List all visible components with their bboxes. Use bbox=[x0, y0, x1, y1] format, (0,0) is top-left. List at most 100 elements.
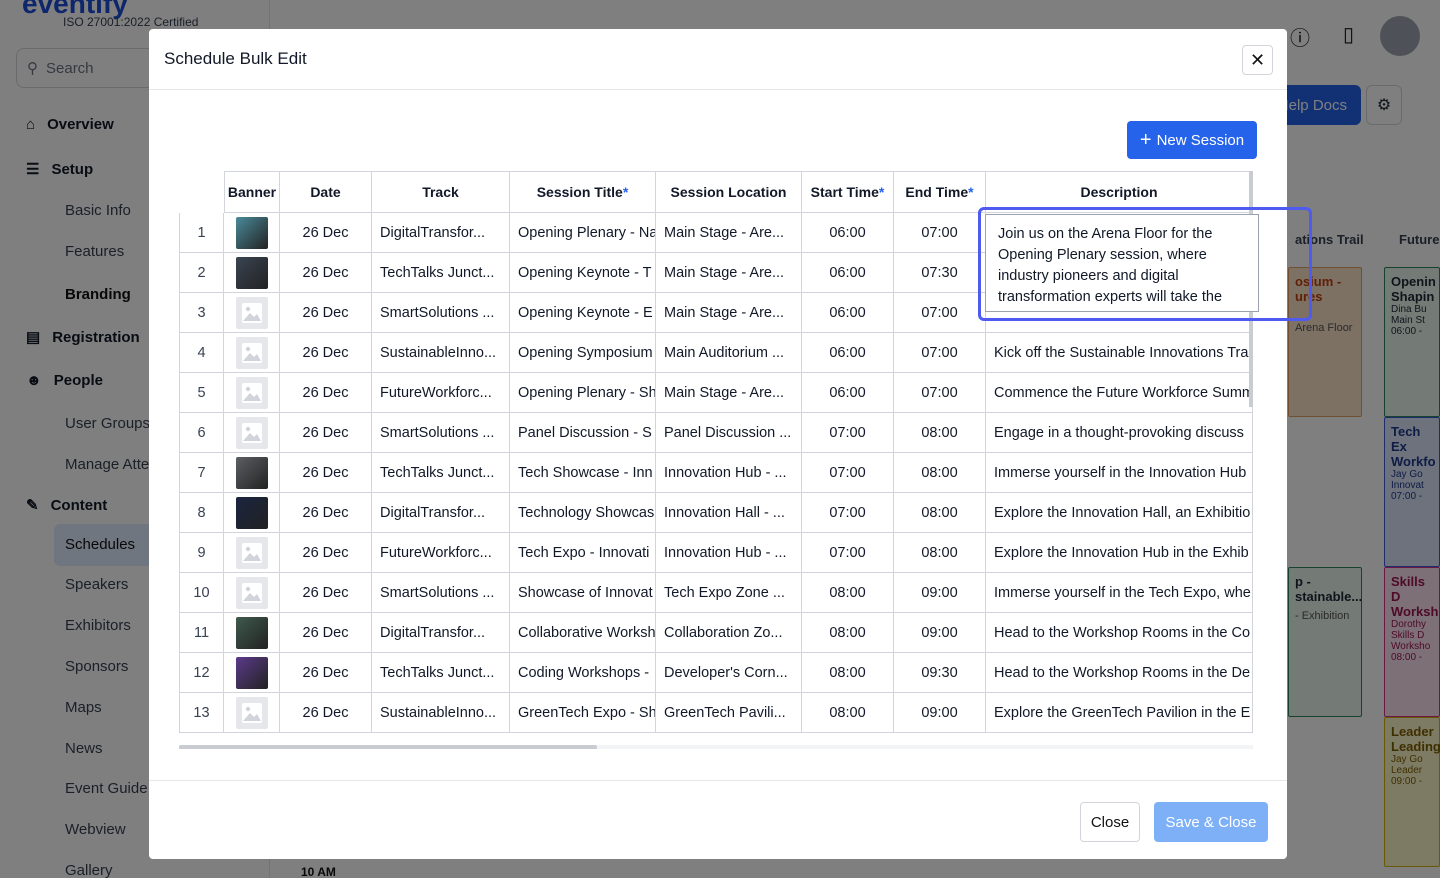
cell-banner[interactable] bbox=[224, 373, 280, 413]
cell-location[interactable]: GreenTech Pavili... bbox=[656, 693, 802, 733]
cell-date[interactable]: 26 Dec bbox=[280, 533, 372, 573]
cell-location[interactable]: Main Auditorium ... bbox=[656, 333, 802, 373]
cell-banner[interactable] bbox=[224, 653, 280, 693]
cell-date[interactable]: 26 Dec bbox=[280, 413, 372, 453]
cell-end[interactable]: 09:30 bbox=[894, 653, 986, 693]
cell-banner[interactable] bbox=[224, 573, 280, 613]
cell-banner[interactable] bbox=[224, 453, 280, 493]
cell-location[interactable]: Main Stage - Are... bbox=[656, 293, 802, 333]
cell-banner[interactable] bbox=[224, 293, 280, 333]
cell-location[interactable]: Innovation Hub - ... bbox=[656, 533, 802, 573]
cell-location[interactable]: Main Stage - Are... bbox=[656, 373, 802, 413]
cell-title[interactable]: Collaborative Worksh bbox=[510, 613, 656, 653]
cell-date[interactable]: 26 Dec bbox=[280, 293, 372, 333]
cell-desc[interactable]: Engage in a thought-provoking discuss bbox=[986, 413, 1253, 453]
cell-desc[interactable]: Immerse yourself in the Innovation Hub bbox=[986, 453, 1253, 493]
modal-close-button[interactable]: ✕ bbox=[1242, 45, 1273, 75]
cell-date[interactable]: 26 Dec bbox=[280, 693, 372, 733]
cell-start[interactable]: 07:00 bbox=[802, 533, 894, 573]
cell-title[interactable]: Panel Discussion - S bbox=[510, 413, 656, 453]
cell-end[interactable]: 07:30 bbox=[894, 253, 986, 293]
cell-banner[interactable] bbox=[224, 693, 280, 733]
cell-location[interactable]: Innovation Hub - ... bbox=[656, 453, 802, 493]
cell-title[interactable]: Opening Plenary - Sh bbox=[510, 373, 656, 413]
cell-location[interactable]: Collaboration Zo... bbox=[656, 613, 802, 653]
cell-banner[interactable] bbox=[224, 253, 280, 293]
cell-title[interactable]: Tech Showcase - Inn bbox=[510, 453, 656, 493]
cell-end[interactable]: 08:00 bbox=[894, 533, 986, 573]
horizontal-scrollbar-thumb[interactable] bbox=[179, 745, 597, 749]
cell-track[interactable]: FutureWorkforc... bbox=[372, 373, 510, 413]
cell-start[interactable]: 06:00 bbox=[802, 373, 894, 413]
cell-end[interactable]: 08:00 bbox=[894, 453, 986, 493]
cell-track[interactable]: DigitalTransfor... bbox=[372, 213, 510, 253]
cell-desc[interactable]: Explore the Innovation Hall, an Exhibiti… bbox=[986, 493, 1253, 533]
cell-banner[interactable] bbox=[224, 413, 280, 453]
cell-banner[interactable] bbox=[224, 493, 280, 533]
cell-location[interactable]: Innovation Hall - ... bbox=[656, 493, 802, 533]
close-button[interactable]: Close bbox=[1080, 802, 1140, 842]
cell-start[interactable]: 08:00 bbox=[802, 693, 894, 733]
cell-banner[interactable] bbox=[224, 213, 280, 253]
cell-banner[interactable] bbox=[224, 333, 280, 373]
cell-date[interactable]: 26 Dec bbox=[280, 213, 372, 253]
cell-start[interactable]: 08:00 bbox=[802, 573, 894, 613]
cell-track[interactable]: SustainableInno... bbox=[372, 333, 510, 373]
cell-title[interactable]: Opening Keynote - T bbox=[510, 253, 656, 293]
cell-title[interactable]: Coding Workshops - bbox=[510, 653, 656, 693]
cell-start[interactable]: 07:00 bbox=[802, 413, 894, 453]
cell-end[interactable]: 07:00 bbox=[894, 293, 986, 333]
cell-banner[interactable] bbox=[224, 613, 280, 653]
cell-banner[interactable] bbox=[224, 533, 280, 573]
cell-track[interactable]: SmartSolutions ... bbox=[372, 573, 510, 613]
cell-end[interactable]: 09:00 bbox=[894, 613, 986, 653]
cell-desc[interactable]: Commence the Future Workforce Summ bbox=[986, 373, 1253, 413]
cell-end[interactable]: 07:00 bbox=[894, 333, 986, 373]
cell-track[interactable]: TechTalks Junct... bbox=[372, 453, 510, 493]
cell-title[interactable]: Technology Showcas bbox=[510, 493, 656, 533]
cell-start[interactable]: 07:00 bbox=[802, 453, 894, 493]
cell-title[interactable]: Opening Symposium bbox=[510, 333, 656, 373]
cell-end[interactable]: 08:00 bbox=[894, 493, 986, 533]
cell-start[interactable]: 07:00 bbox=[802, 493, 894, 533]
cell-location[interactable]: Developer's Corn... bbox=[656, 653, 802, 693]
cell-start[interactable]: 06:00 bbox=[802, 253, 894, 293]
horizontal-scrollbar[interactable] bbox=[179, 745, 1253, 749]
cell-location[interactable]: Panel Discussion ... bbox=[656, 413, 802, 453]
cell-track[interactable]: SustainableInno... bbox=[372, 693, 510, 733]
cell-desc[interactable]: Immerse yourself in the Tech Expo, whe bbox=[986, 573, 1253, 613]
cell-desc[interactable]: Head to the Workshop Rooms in the Co bbox=[986, 613, 1253, 653]
cell-track[interactable]: SmartSolutions ... bbox=[372, 413, 510, 453]
cell-desc[interactable]: Explore the Innovation Hub in the Exhib bbox=[986, 533, 1253, 573]
cell-location[interactable]: Tech Expo Zone ... bbox=[656, 573, 802, 613]
cell-track[interactable]: DigitalTransfor... bbox=[372, 613, 510, 653]
cell-track[interactable]: DigitalTransfor... bbox=[372, 493, 510, 533]
cell-location[interactable]: Main Stage - Are... bbox=[656, 253, 802, 293]
cell-end[interactable]: 09:00 bbox=[894, 573, 986, 613]
cell-end[interactable]: 07:00 bbox=[894, 373, 986, 413]
cell-end[interactable]: 08:00 bbox=[894, 413, 986, 453]
cell-desc[interactable]: Kick off the Sustainable Innovations Tra bbox=[986, 333, 1253, 373]
cell-start[interactable]: 08:00 bbox=[802, 653, 894, 693]
cell-start[interactable]: 06:00 bbox=[802, 293, 894, 333]
cell-date[interactable]: 26 Dec bbox=[280, 453, 372, 493]
cell-title[interactable]: Opening Plenary - Na bbox=[510, 213, 656, 253]
cell-date[interactable]: 26 Dec bbox=[280, 493, 372, 533]
cell-location[interactable]: Main Stage - Are... bbox=[656, 213, 802, 253]
cell-start[interactable]: 08:00 bbox=[802, 613, 894, 653]
cell-title[interactable]: GreenTech Expo - Sh bbox=[510, 693, 656, 733]
cell-track[interactable]: FutureWorkforc... bbox=[372, 533, 510, 573]
cell-date[interactable]: 26 Dec bbox=[280, 573, 372, 613]
cell-track[interactable]: SmartSolutions ... bbox=[372, 293, 510, 333]
cell-end[interactable]: 07:00 bbox=[894, 213, 986, 253]
cell-end[interactable]: 09:00 bbox=[894, 693, 986, 733]
cell-date[interactable]: 26 Dec bbox=[280, 613, 372, 653]
cell-title[interactable]: Showcase of Innovat bbox=[510, 573, 656, 613]
cell-date[interactable]: 26 Dec bbox=[280, 373, 372, 413]
cell-track[interactable]: TechTalks Junct... bbox=[372, 653, 510, 693]
cell-date[interactable]: 26 Dec bbox=[280, 333, 372, 373]
cell-title[interactable]: Opening Keynote - E bbox=[510, 293, 656, 333]
cell-start[interactable]: 06:00 bbox=[802, 213, 894, 253]
cell-date[interactable]: 26 Dec bbox=[280, 253, 372, 293]
cell-desc[interactable]: Explore the GreenTech Pavilion in the E bbox=[986, 693, 1253, 733]
